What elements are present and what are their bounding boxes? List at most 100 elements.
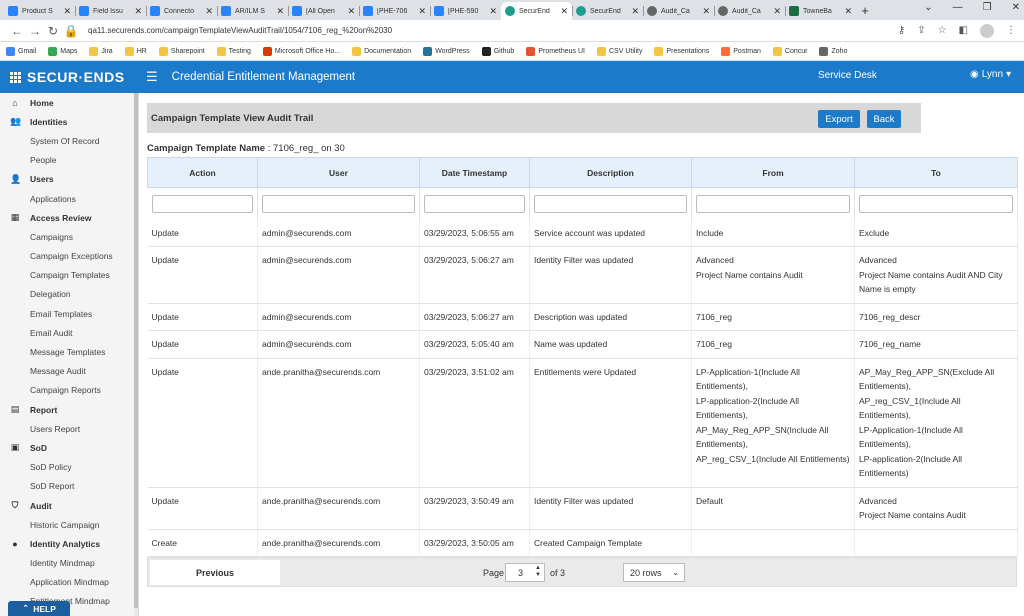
browser-tab[interactable]: Product S ✕: [4, 2, 75, 20]
close-icon[interactable]: ✕: [560, 6, 568, 17]
bookmark-item[interactable]: HR: [124, 46, 147, 56]
bookmark-item[interactable]: WordPress: [423, 46, 470, 56]
hamburger-menu-icon[interactable]: ☰: [146, 69, 158, 85]
filter-input[interactable]: [696, 194, 850, 213]
filter-input[interactable]: [262, 194, 415, 213]
column-header[interactable]: User: [257, 157, 420, 188]
restore-icon[interactable]: ❐: [983, 2, 992, 13]
bookmark-item[interactable]: Concur: [772, 46, 807, 56]
service-desk-link[interactable]: Service Desk: [818, 70, 877, 81]
close-icon[interactable]: ✕: [702, 6, 710, 17]
close-icon[interactable]: ✕: [844, 6, 852, 17]
url-field[interactable]: qa11.securends.com/campaignTemplateViewA…: [88, 26, 898, 35]
previous-button[interactable]: Previous: [150, 560, 280, 585]
user-menu[interactable]: ◉ Lynn ▾: [970, 69, 1011, 80]
bookmark-item[interactable]: CSV Utility: [597, 46, 642, 56]
sidepanel-icon[interactable]: ◧: [959, 25, 968, 36]
sidebar-item-message-templates[interactable]: Message Templates: [0, 342, 138, 361]
close-icon[interactable]: ✕: [489, 6, 497, 17]
bookmark-item[interactable]: Microsoft Office Ho...: [262, 46, 340, 56]
sidebar-item-campaign-templates[interactable]: Campaign Templates: [0, 266, 138, 285]
sidebar-item-applications[interactable]: Applications: [0, 189, 138, 208]
close-icon[interactable]: ✕: [205, 6, 213, 17]
browser-tab[interactable]: [All Open ✕: [288, 2, 359, 20]
browser-tab[interactable]: AR/ILM S ✕: [217, 2, 288, 20]
bookmark-item[interactable]: Testing: [216, 46, 251, 56]
sidebar-item-home[interactable]: ⌂ Home: [0, 93, 138, 112]
bookmark-item[interactable]: Github: [481, 46, 514, 56]
filter-input[interactable]: [151, 194, 253, 213]
sidebar-item-system-of-record[interactable]: System Of Record: [0, 131, 138, 150]
column-header[interactable]: From: [691, 157, 855, 188]
close-icon[interactable]: ✕: [134, 6, 142, 17]
sidebar-item-historic-campaign[interactable]: Historic Campaign: [0, 515, 138, 534]
close-icon[interactable]: ✕: [773, 6, 781, 17]
tab-search-icon[interactable]: ⌄: [924, 2, 932, 13]
rows-per-page-select[interactable]: 20 rows ⌄: [623, 563, 685, 582]
star-icon[interactable]: ☆: [938, 25, 947, 36]
browser-tab[interactable]: Connecto ✕: [146, 2, 217, 20]
back-arrow-icon[interactable]: ←: [8, 24, 26, 38]
browser-tab[interactable]: Field Issu ✕: [75, 2, 146, 20]
close-icon[interactable]: ✕: [418, 6, 426, 17]
reload-icon[interactable]: ↻: [44, 24, 62, 38]
app-grid-icon[interactable]: [10, 71, 21, 83]
browser-tab[interactable]: SecurEnd ✕: [572, 2, 643, 20]
sidebar-item-campaigns[interactable]: Campaigns: [0, 227, 138, 246]
sidebar-item-sod-policy[interactable]: SoD Policy: [0, 458, 138, 477]
sidebar-item-sod-report[interactable]: SoD Report: [0, 477, 138, 496]
browser-tab[interactable]: TowneBa ✕: [785, 2, 856, 20]
kebab-menu-icon[interactable]: ⋮: [1006, 25, 1016, 36]
sidebar-item-sod[interactable]: ▣ SoD: [0, 438, 138, 457]
close-window-icon[interactable]: ✕: [1012, 2, 1020, 13]
bookmark-item[interactable]: Documentation: [352, 46, 411, 56]
sidebar-item-delegation[interactable]: Delegation: [0, 285, 138, 304]
bookmark-item[interactable]: Prometheus UI: [526, 46, 585, 56]
browser-tab[interactable]: [PHE-706 ✕: [359, 2, 430, 20]
sidebar-item-identity-mindmap[interactable]: Identity Mindmap: [0, 554, 138, 573]
profile-avatar[interactable]: [980, 23, 994, 38]
sidebar-item-identities[interactable]: 👥 Identities: [0, 112, 138, 131]
bookmark-item[interactable]: Maps: [48, 46, 77, 56]
filter-input[interactable]: [534, 194, 687, 213]
new-tab-button[interactable]: +: [856, 2, 874, 20]
back-button[interactable]: Back: [867, 110, 901, 128]
sidebar-item-campaign-reports[interactable]: Campaign Reports: [0, 381, 138, 400]
bookmark-item[interactable]: Presentations: [654, 46, 709, 56]
close-icon[interactable]: ✕: [63, 6, 71, 17]
sidebar-item-identity-analytics[interactable]: ● Identity Analytics: [0, 534, 138, 553]
sidebar-item-access-review[interactable]: ▦ Access Review: [0, 208, 138, 227]
browser-tab[interactable]: SecurEnd ✕: [501, 2, 572, 20]
bookmark-item[interactable]: Jira: [89, 46, 113, 56]
lock-icon[interactable]: 🔒: [62, 24, 80, 38]
logo[interactable]: SECUR·ENDS: [0, 69, 140, 85]
close-icon[interactable]: ✕: [631, 6, 639, 17]
share-icon[interactable]: ⇪: [917, 25, 925, 36]
bookmark-item[interactable]: Zoho: [819, 46, 847, 56]
sidebar-item-users-report[interactable]: Users Report: [0, 419, 138, 438]
column-header[interactable]: To: [854, 157, 1018, 188]
export-button[interactable]: Export: [818, 110, 860, 128]
sidebar-item-users[interactable]: 👤 Users: [0, 170, 138, 189]
close-icon[interactable]: ✕: [276, 6, 284, 17]
column-header[interactable]: Action: [147, 157, 258, 188]
browser-tab[interactable]: [PHE-590 ✕: [430, 2, 501, 20]
sidebar-scroll-thumb[interactable]: [134, 93, 138, 608]
sidebar-item-application-mindmap[interactable]: Application Mindmap: [0, 573, 138, 592]
key-icon[interactable]: ⚷: [898, 25, 905, 36]
bookmark-item[interactable]: Gmail: [6, 46, 36, 56]
close-icon[interactable]: ✕: [347, 6, 355, 17]
sidebar-item-message-audit[interactable]: Message Audit: [0, 362, 138, 381]
sidebar-item-audit[interactable]: ⛉ Audit: [0, 496, 138, 515]
help-button[interactable]: ⌃ HELP: [8, 601, 70, 616]
sidebar-scrollbar[interactable]: [134, 93, 138, 616]
browser-tab[interactable]: Audit_Ca ✕: [643, 2, 714, 20]
bookmark-item[interactable]: Sharepoint: [158, 46, 205, 56]
filter-input[interactable]: [424, 194, 525, 213]
forward-arrow-icon[interactable]: →: [26, 24, 44, 38]
stepper-icon[interactable]: ▲ ▼: [535, 565, 541, 579]
sidebar-item-email-templates[interactable]: Email Templates: [0, 304, 138, 323]
sidebar-item-email-audit[interactable]: Email Audit: [0, 323, 138, 342]
column-header[interactable]: Description: [529, 157, 692, 188]
filter-input[interactable]: [859, 194, 1013, 213]
